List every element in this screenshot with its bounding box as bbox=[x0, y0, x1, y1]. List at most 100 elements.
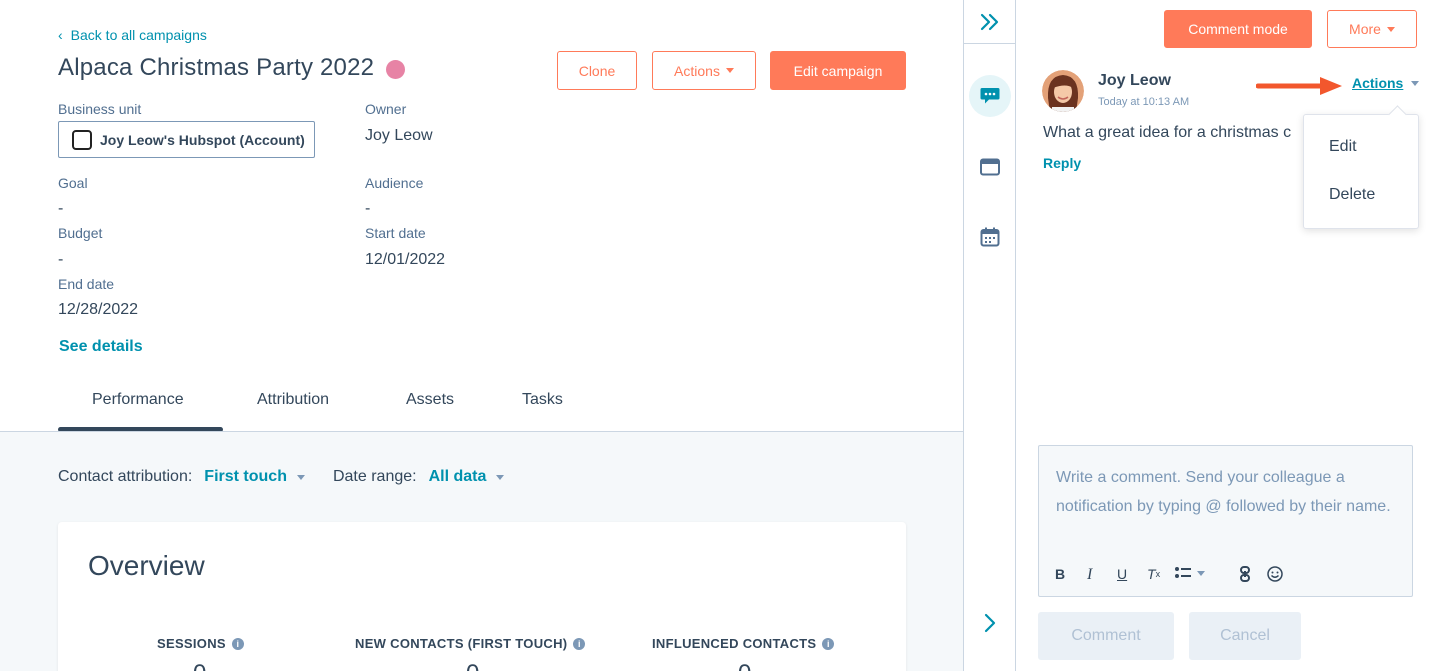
stat-influenced-contacts-label: INFLUENCED CONTACTS i bbox=[652, 636, 835, 651]
comment-actions-label: Actions bbox=[1352, 75, 1404, 91]
date-range-dropdown[interactable]: All data bbox=[429, 468, 505, 486]
info-icon[interactable]: i bbox=[573, 637, 586, 650]
caret-down-icon bbox=[725, 68, 734, 73]
caret-down-icon bbox=[1197, 570, 1205, 576]
budget-label: Budget bbox=[58, 225, 103, 241]
date-range-value: All data bbox=[428, 468, 487, 485]
comment-actions-menu: Edit Delete bbox=[1303, 114, 1419, 229]
comment-submit-button[interactable]: Comment bbox=[1038, 612, 1174, 660]
menu-item-edit[interactable]: Edit bbox=[1329, 138, 1357, 156]
tab-performance[interactable]: Performance bbox=[92, 391, 184, 409]
info-icon[interactable]: i bbox=[822, 637, 835, 650]
edit-campaign-button[interactable]: Edit campaign bbox=[770, 51, 906, 90]
more-button-label: More bbox=[1349, 21, 1381, 37]
tab-tasks[interactable]: Tasks bbox=[522, 391, 563, 409]
comment-cancel-label: Cancel bbox=[1220, 627, 1270, 644]
back-to-campaigns-link[interactable]: ‹ Back to all campaigns bbox=[58, 27, 207, 43]
owner-label: Owner bbox=[365, 101, 407, 117]
start-date-label: Start date bbox=[365, 225, 426, 241]
caret-down-icon bbox=[296, 474, 305, 480]
business-unit-value: Joy Leow's Hubspot (Account) bbox=[100, 131, 305, 148]
annotation-arrow-icon bbox=[1256, 77, 1342, 95]
comment-actions-dropdown[interactable]: Actions bbox=[1352, 75, 1420, 91]
chevron-right-icon bbox=[984, 613, 996, 633]
expand-panel-button[interactable] bbox=[979, 612, 1001, 634]
clone-button[interactable]: Clone bbox=[557, 51, 637, 90]
actions-button[interactable]: Actions bbox=[652, 51, 756, 90]
comments-tab-button[interactable] bbox=[969, 75, 1011, 117]
budget-value: - bbox=[58, 251, 64, 268]
comment-editor[interactable]: Write a comment. Send your colleague a n… bbox=[1038, 445, 1413, 597]
underline-icon[interactable]: U bbox=[1117, 566, 1127, 582]
comment-timestamp: Today at 10:13 AM bbox=[1098, 96, 1190, 108]
start-date-value: 12/01/2022 bbox=[365, 251, 446, 268]
audience-label: Audience bbox=[365, 175, 424, 191]
goal-label: Goal bbox=[58, 175, 88, 191]
list-dropdown[interactable] bbox=[1175, 566, 1205, 580]
calendar-tab-button[interactable] bbox=[969, 216, 1011, 258]
contact-attribution-dropdown[interactable]: First touch bbox=[204, 468, 305, 486]
see-details-link[interactable]: See details bbox=[59, 338, 143, 356]
link-icon[interactable] bbox=[1239, 566, 1251, 582]
stat-new-contacts-text: NEW CONTACTS (FIRST TOUCH) bbox=[355, 636, 568, 651]
more-button[interactable]: More bbox=[1327, 10, 1417, 48]
italic-icon[interactable]: I bbox=[1087, 566, 1092, 584]
stat-influenced-contacts-value: 0 bbox=[738, 660, 751, 671]
tab-attribution[interactable]: Attribution bbox=[257, 391, 329, 409]
avatar bbox=[1042, 70, 1084, 112]
calendar-icon bbox=[980, 227, 1000, 247]
info-icon[interactable]: i bbox=[231, 637, 244, 650]
stat-influenced-contacts-text: INFLUENCED CONTACTS bbox=[652, 636, 817, 651]
window-icon bbox=[980, 158, 1000, 176]
campaign-main-pane: ‹ Back to all campaigns Alpaca Christmas… bbox=[0, 0, 964, 671]
stat-sessions-text: SESSIONS bbox=[157, 636, 226, 651]
caret-down-icon bbox=[1411, 80, 1420, 86]
campaign-color-dot bbox=[386, 60, 405, 79]
business-unit-label: Business unit bbox=[58, 101, 142, 117]
comment-mode-button[interactable]: Comment mode bbox=[1164, 10, 1312, 48]
business-unit-selector[interactable]: Joy Leow's Hubspot (Account) bbox=[58, 121, 315, 158]
comment-input-placeholder: Write a comment. Send your colleague a n… bbox=[1056, 469, 1391, 515]
contact-attribution-label: Contact attribution: bbox=[58, 468, 193, 485]
double-chevron-right-icon bbox=[980, 13, 998, 30]
owner-value: Joy Leow bbox=[365, 127, 433, 144]
clear-format-icon[interactable]: Tx bbox=[1147, 566, 1160, 582]
comment-author: Joy Leow bbox=[1098, 72, 1171, 89]
collapse-panel-button[interactable] bbox=[964, 0, 1015, 44]
link-glyph bbox=[1240, 566, 1250, 582]
overview-title: Overview bbox=[88, 550, 205, 581]
end-date-label: End date bbox=[58, 276, 115, 292]
emoji-icon[interactable] bbox=[1267, 566, 1283, 582]
stat-new-contacts-label: NEW CONTACTS (FIRST TOUCH) i bbox=[355, 636, 586, 651]
end-date-value: 12/28/2022 bbox=[58, 301, 139, 318]
reply-link[interactable]: Reply bbox=[1043, 155, 1081, 171]
filter-row: Contact attribution: First touch Date ra… bbox=[58, 468, 532, 486]
bold-icon[interactable]: B bbox=[1055, 566, 1065, 582]
contact-attribution-value: First touch bbox=[204, 468, 287, 485]
caret-down-icon bbox=[496, 474, 505, 480]
menu-item-delete[interactable]: Delete bbox=[1329, 186, 1375, 204]
audience-value: - bbox=[365, 200, 371, 217]
preview-tab-button[interactable] bbox=[969, 146, 1011, 188]
stat-sessions-label: SESSIONS i bbox=[157, 636, 244, 651]
back-link-label: Back to all campaigns bbox=[70, 27, 207, 43]
comment-body: What a great idea for a christmas c bbox=[1043, 124, 1292, 141]
page-title: Alpaca Christmas Party 2022 bbox=[58, 54, 375, 81]
goal-value: - bbox=[58, 200, 64, 217]
comment-cancel-button[interactable]: Cancel bbox=[1189, 612, 1301, 660]
caret-down-icon bbox=[1386, 26, 1395, 32]
edit-campaign-label: Edit campaign bbox=[793, 62, 883, 79]
sidebar-rail bbox=[963, 0, 1016, 671]
stat-new-contacts-value: 0 bbox=[466, 660, 479, 671]
smiley-glyph bbox=[1267, 566, 1283, 582]
comment-mode-label: Comment mode bbox=[1188, 21, 1288, 37]
user-photo bbox=[1042, 70, 1084, 112]
bullet-list-icon bbox=[1175, 567, 1191, 578]
comment-submit-label: Comment bbox=[1071, 627, 1141, 644]
checkbox-icon bbox=[72, 129, 92, 150]
tab-assets[interactable]: Assets bbox=[406, 391, 454, 409]
stat-sessions-value: 0 bbox=[193, 660, 206, 671]
clone-button-label: Clone bbox=[578, 62, 616, 79]
chevron-left-icon: ‹ bbox=[58, 27, 63, 43]
comment-bubble-icon bbox=[980, 88, 1000, 104]
